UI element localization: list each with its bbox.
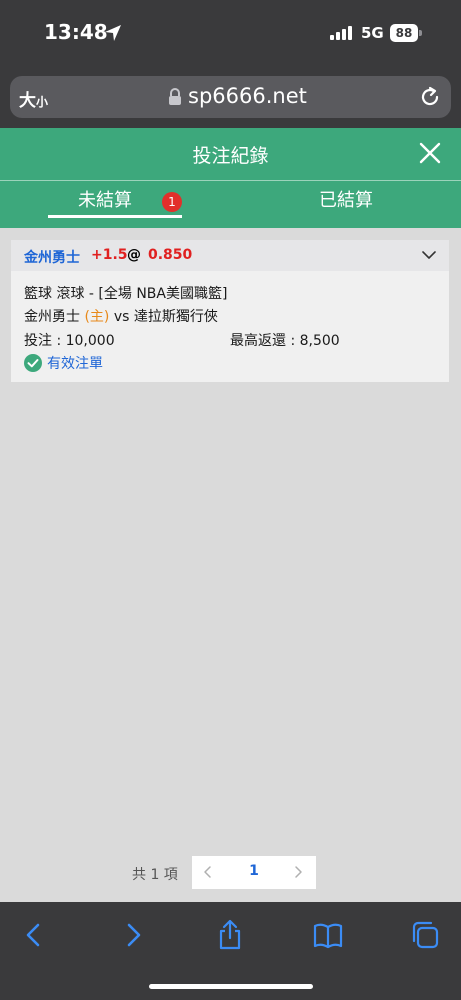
chevron-right-icon[interactable] <box>290 862 306 882</box>
status-bar: 13:48 5G 88 <box>0 0 461 66</box>
status-time: 13:48 <box>44 20 108 44</box>
home-tag: (主) <box>84 309 110 325</box>
stake: 投注 : 10,000 <box>24 333 115 349</box>
page-number[interactable]: 1 <box>244 863 264 879</box>
tab-unsettled-label: 未結算 <box>78 190 132 211</box>
location-arrow-icon <box>105 25 121 41</box>
tab-settled-label: 已結算 <box>319 190 373 211</box>
back-icon[interactable] <box>17 918 51 952</box>
reload-icon[interactable] <box>417 84 443 110</box>
text-size-button[interactable]: 大小 <box>19 86 48 111</box>
status-text: 有效注單 <box>47 356 103 372</box>
close-icon[interactable] <box>417 140 443 166</box>
home-team: 金州勇士 <box>24 309 80 325</box>
chevron-down-icon[interactable] <box>421 249 437 261</box>
selection-team: 金州勇士 <box>24 250 80 266</box>
max-return: 最高返還 : 8,500 <box>230 333 340 349</box>
selection-odds: 0.850 <box>148 247 193 263</box>
active-tab-indicator <box>48 215 182 218</box>
bet-card-header[interactable]: 金州勇士 +1.5 @ 0.850 <box>11 240 449 271</box>
battery-tip <box>419 30 422 36</box>
text-size-small: 小 <box>36 95 49 109</box>
forward-icon[interactable] <box>116 918 150 952</box>
away-team: 達拉斯獨行俠 <box>133 309 218 325</box>
share-icon[interactable] <box>213 918 247 952</box>
selection-handicap: +1.5 <box>91 247 128 263</box>
tab-settled[interactable]: 已結算 <box>276 181 416 228</box>
battery-icon: 88 <box>390 24 418 42</box>
match-teams: 金州勇士 (主) vs 達拉斯獨行俠 <box>24 306 218 326</box>
home-indicator <box>149 984 313 989</box>
selection-at: @ <box>127 247 141 263</box>
pagination: 1 <box>192 856 316 889</box>
tab-bar: 未結算 1 已結算 <box>0 181 461 228</box>
tab-unsettled-badge: 1 <box>162 192 182 212</box>
page-title: 投注紀錄 <box>192 145 269 167</box>
url-text[interactable]: sp6666.net <box>188 84 307 108</box>
bookmarks-icon[interactable] <box>311 918 345 952</box>
browser-top-bar: 大小 sp6666.net <box>0 66 461 128</box>
address-bar[interactable]: 大小 sp6666.net <box>10 76 451 118</box>
lock-icon <box>169 88 181 105</box>
vs-label: vs <box>113 309 130 325</box>
total-count: 共 1 項 <box>132 867 178 883</box>
bet-card[interactable]: 金州勇士 +1.5 @ 0.850 籃球 滾球 - [全場 NBA美國職籃] 金… <box>11 240 449 382</box>
chevron-left-icon[interactable] <box>200 862 216 882</box>
check-circle-icon <box>24 354 42 372</box>
page-header: 投注紀錄 <box>0 128 461 180</box>
text-size-label: 大 <box>19 91 36 111</box>
signal-icon <box>330 26 352 40</box>
network-type: 5G <box>361 24 384 42</box>
tabs-icon[interactable] <box>408 918 442 952</box>
bet-status: 有效注單 <box>24 353 103 373</box>
sport-market: 籃球 滾球 - [全場 NBA美國職籃] <box>24 286 228 302</box>
